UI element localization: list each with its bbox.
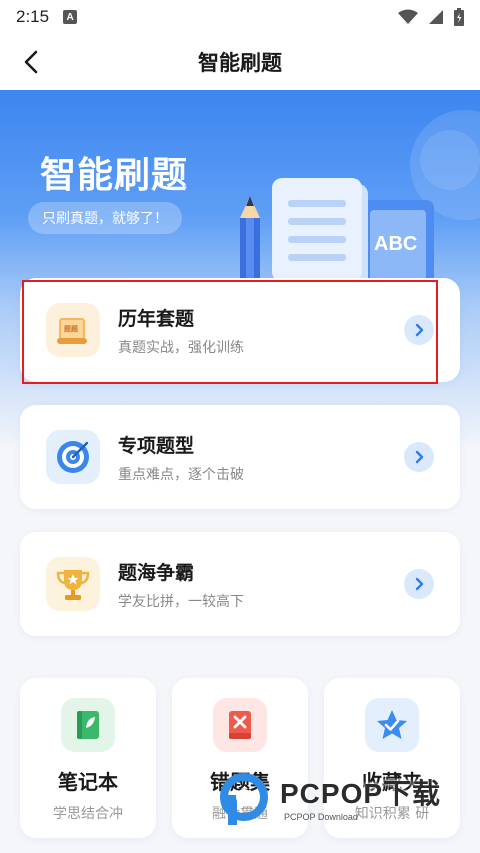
tile-title: 笔记本	[58, 770, 118, 794]
chevron-right-button[interactable]	[404, 315, 434, 345]
card-title: 题海争霸	[118, 561, 195, 584]
hero-title: 智能刷题	[40, 155, 189, 196]
status-bar: 2:15 A	[0, 0, 480, 34]
star-icon	[377, 710, 407, 739]
tile-icon-wrap	[61, 698, 115, 752]
back-button[interactable]	[18, 48, 46, 76]
tile-icon-wrap	[365, 698, 419, 752]
illustration-text: ABC	[374, 233, 417, 255]
target-icon	[57, 441, 89, 473]
wifi-icon	[398, 9, 418, 24]
status-icons	[398, 8, 464, 26]
chevron-right-button[interactable]	[404, 569, 434, 599]
page-title: 智能刷题	[198, 51, 282, 75]
battery-icon	[454, 8, 464, 26]
hero-subtitle: 只刷真题，就够了！	[28, 202, 182, 234]
tile-subtitle: 知识积累 研	[354, 806, 430, 822]
chevron-right-button[interactable]	[404, 442, 434, 472]
trophy-icon	[56, 570, 90, 600]
svg-text:题题: 题题	[63, 324, 79, 333]
card-title: 专项题型	[118, 434, 195, 457]
card-icon-wrap	[46, 557, 100, 611]
tile-title: 错题集	[210, 770, 270, 794]
hero-banner: 智能刷题 只刷真题，就够了！ ABC	[0, 90, 480, 450]
card-subtitle: 重点难点，逐个击破	[118, 466, 244, 483]
tile-icon-wrap	[213, 698, 267, 752]
card-subtitle: 学友比拼，一较高下	[118, 593, 244, 610]
tile-favorites[interactable]: 收藏夹 知识积累 研	[324, 678, 460, 838]
tile-error-book[interactable]: 错题集 融会贯通	[172, 678, 308, 838]
chevron-right-icon	[415, 577, 424, 591]
tile-subtitle: 学思结合冲	[53, 806, 123, 822]
scroll-icon: 题题	[57, 318, 87, 344]
card-icon-wrap	[46, 430, 100, 484]
card-competition[interactable]: 题海争霸 学友比拼，一较高下	[20, 532, 460, 636]
error-book-icon	[229, 711, 251, 739]
tile-notebook[interactable]: 笔记本 学思结合冲	[20, 678, 156, 838]
card-subtitle: 真题实战，强化训练	[118, 339, 244, 356]
card-icon-wrap: 题题	[46, 303, 100, 357]
signal-icon	[429, 10, 443, 24]
card-title: 历年套题	[118, 307, 195, 330]
nav-bar: 智能刷题	[0, 34, 480, 90]
card-special-topics[interactable]: 专项题型 重点难点，逐个击破	[20, 405, 460, 509]
books-pencil-illustration: ABC	[240, 178, 434, 288]
chevron-right-icon	[415, 323, 424, 337]
notification-icon: A	[63, 10, 78, 24]
notebook-icon	[77, 711, 99, 739]
chevron-right-icon	[415, 450, 424, 464]
chevron-left-icon	[24, 50, 38, 74]
tile-title: 收藏夹	[362, 770, 422, 794]
status-time: 2:15	[16, 7, 50, 26]
tile-subtitle: 融会贯通	[212, 806, 268, 822]
card-past-papers[interactable]: 题题 历年套题 真题实战，强化训练	[20, 278, 460, 382]
